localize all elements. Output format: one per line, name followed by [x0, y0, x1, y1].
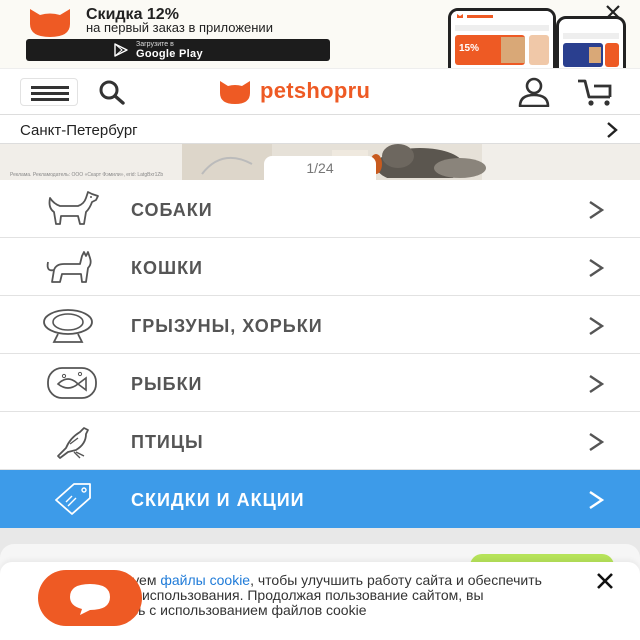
category-label: КОШКИ [131, 258, 203, 278]
category-label: СКИДКИ И АКЦИИ [131, 490, 305, 510]
chevron-right-icon [589, 201, 605, 219]
chevron-right-icon [589, 375, 605, 393]
cookie-link[interactable]: файлы cookie [160, 572, 250, 588]
bird-icon [57, 427, 89, 459]
city-label: Санкт-Петербург [20, 122, 138, 139]
close-icon[interactable] [594, 570, 616, 592]
app-promo-banner: Скидка 12% на первый заказ в приложении … [0, 0, 640, 68]
hamster-icon [43, 309, 93, 343]
category-label: ПТИЦЫ [131, 432, 204, 452]
app-screen-preview [451, 11, 553, 65]
slider-pager: 1/24 [264, 156, 376, 180]
category-birds[interactable]: ПТИЦЫ [0, 412, 640, 470]
category-label: РЫБКИ [131, 374, 203, 394]
category-label: СОБАКИ [131, 200, 213, 220]
chevron-right-icon [589, 491, 605, 509]
price-tag-icon [55, 483, 91, 515]
site-header: petshopru [0, 68, 640, 114]
petshop-cat-logo-icon [30, 9, 70, 37]
app-screenshot-phone: 15% [448, 8, 556, 68]
chevron-right-icon [589, 317, 605, 335]
chevron-right-icon [589, 259, 605, 277]
category-list: СОБАКИ КОШКИ ГРЫЗУНЫ, ХОРЬКИ РЫБКИ ПТИЦЫ… [0, 180, 640, 528]
search-icon[interactable] [96, 79, 130, 105]
hamburger-icon [31, 86, 69, 89]
hamburger-menu-button[interactable] [20, 78, 78, 106]
fish-icon [47, 367, 97, 399]
user-icon[interactable] [516, 77, 552, 107]
hamburger-line [31, 98, 69, 101]
promo-subtitle: на первый заказ в приложении [86, 20, 273, 35]
category-label: ГРЫЗУНЫ, ХОРЬКИ [131, 316, 323, 336]
category-fish[interactable]: РЫБКИ [0, 354, 640, 412]
petshop-cat-logo-icon [220, 81, 250, 104]
app-screen-preview-secondary [563, 33, 619, 67]
close-icon[interactable] [604, 3, 622, 21]
category-dogs[interactable]: СОБАКИ [0, 180, 640, 238]
hamburger-line [31, 92, 69, 95]
google-play-label: Google Play [136, 48, 203, 60]
category-sales[interactable]: СКИДКИ И АКЦИИ [0, 470, 640, 528]
google-play-icon [114, 43, 128, 57]
chevron-right-icon [589, 433, 605, 451]
promo-slider[interactable]: Реклама. Рекламодатель: ООО «Скарт Фэмил… [0, 144, 640, 180]
cat-icon [46, 251, 92, 283]
cart-icon[interactable] [576, 77, 616, 107]
category-rodents[interactable]: ГРЫЗУНЫ, ХОРЬКИ [0, 296, 640, 354]
google-play-button[interactable]: Загрузите в Google Play [26, 39, 330, 61]
google-play-caption: Загрузите в [136, 41, 174, 48]
category-cats[interactable]: КОШКИ [0, 238, 640, 296]
chevron-right-icon [607, 122, 618, 138]
cat-photo-icon [370, 144, 486, 178]
logo-text: petshopru [260, 78, 371, 103]
dog-icon [48, 191, 99, 225]
ad-legal-text: Реклама. Рекламодатель: ООО «Скарт Фэмил… [10, 172, 164, 178]
chat-bubble-icon [70, 584, 110, 615]
city-selector[interactable]: Санкт-Петербург [0, 114, 640, 144]
chat-button[interactable] [38, 570, 142, 626]
app-screen-badge: 15% [459, 43, 480, 54]
app-screenshot-phone-secondary [556, 16, 626, 68]
